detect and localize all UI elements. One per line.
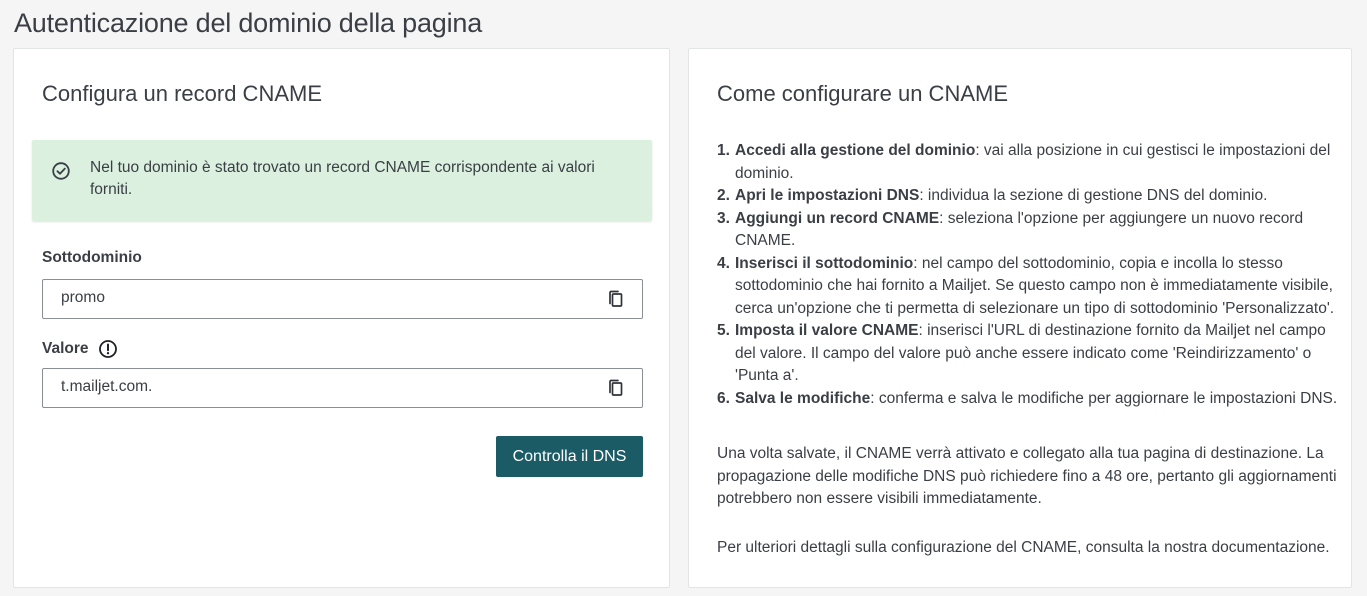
- steps-list: 1. Accedi alla gestione del dominio: vai …: [717, 140, 1347, 410]
- subdomain-input[interactable]: promo: [42, 279, 643, 319]
- list-item: 6. Salva le modifiche: conferma e salva l…: [717, 389, 1338, 407]
- list-item: 3. Aggiungi un record CNAME: seleziona l'…: [717, 209, 1304, 250]
- subdomain-label-text: Sottodominio: [42, 249, 142, 266]
- cname-config-card: Configura un record CNAME Nel tuo domini…: [13, 48, 670, 588]
- list-item: 4. Inserisci il sottodominio: nel campo d…: [717, 254, 1335, 317]
- check-circle-icon: [51, 161, 71, 181]
- list-item: 5. Imposta il valore CNAME: inserisci l'U…: [717, 322, 1326, 384]
- subdomain-label: Sottodominio: [42, 249, 142, 267]
- cname-help-card: Come configurare un CNAME 1. Accedi alla …: [688, 48, 1352, 588]
- success-alert: Nel tuo dominio è stato trovato un recor…: [32, 140, 652, 221]
- value-label-text: Valore: [42, 340, 89, 357]
- documentation-note: Per ulteriori dettagli sulla configurazi…: [717, 539, 1330, 556]
- page-title: Autenticazione del dominio della pagina: [14, 8, 483, 38]
- check-dns-button[interactable]: Controlla il DNS: [496, 436, 643, 477]
- exclamation-circle-icon[interactable]: [98, 339, 118, 359]
- list-item: 2. Apri le impostazioni DNS: individua la…: [717, 187, 1268, 204]
- card-title-config: Configura un record CNAME: [42, 81, 323, 106]
- value-input[interactable]: t.mailjet.com.: [42, 368, 643, 408]
- copy-icon[interactable]: [606, 289, 626, 309]
- propagation-note: Una volta salvate, il CNAME verrà attiva…: [717, 445, 1337, 507]
- value-input-value: t.mailjet.com.: [61, 378, 153, 395]
- value-label: Valore: [42, 339, 118, 359]
- alert-message: Nel tuo dominio è stato trovato un recor…: [90, 159, 595, 198]
- copy-icon[interactable]: [606, 378, 626, 398]
- subdomain-input-value: promo: [61, 289, 105, 306]
- list-item: 1. Accedi alla gestione del dominio: vai …: [717, 142, 1331, 182]
- card-title-help: Come configurare un CNAME: [717, 81, 1009, 106]
